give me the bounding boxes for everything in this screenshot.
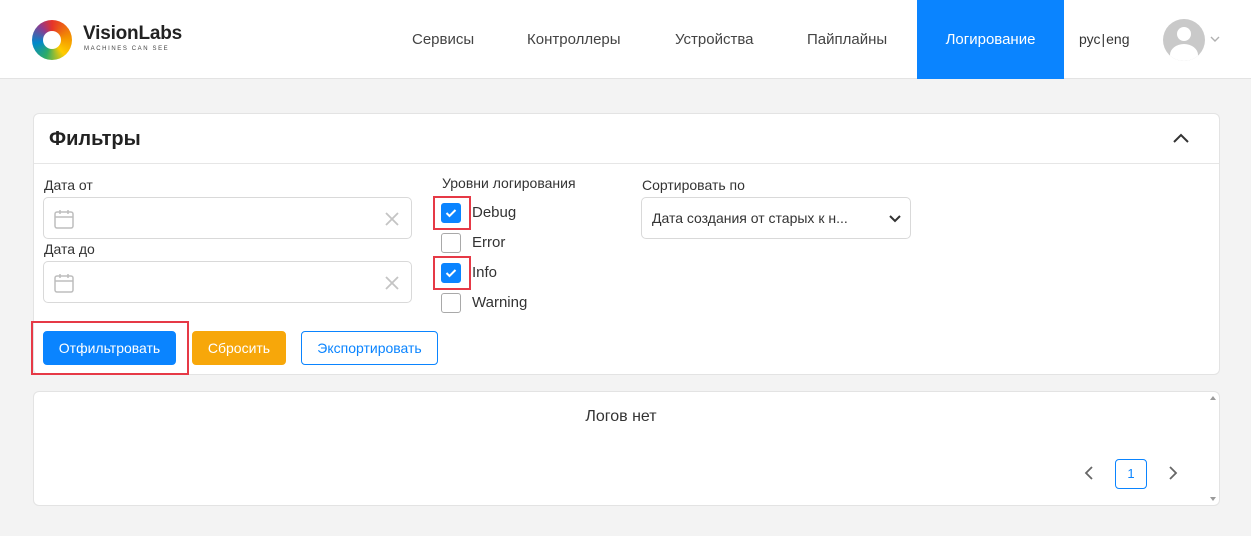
info-highlight-box (433, 256, 471, 290)
lang-ru-link[interactable]: рус (1079, 31, 1100, 47)
chevron-down-icon[interactable] (1209, 33, 1221, 45)
clear-icon[interactable] (384, 211, 400, 227)
chevron-right-icon[interactable] (1166, 465, 1180, 481)
chevron-down-icon (889, 215, 901, 223)
logs-scrollbar[interactable] (1209, 393, 1218, 504)
scroll-up-arrow-icon[interactable] (1210, 396, 1216, 400)
date-to-field[interactable] (43, 261, 412, 303)
reset-button[interactable]: Сбросить (192, 331, 286, 365)
date-from-input[interactable] (84, 206, 374, 230)
filters-panel: Фильтры Дата от Дата до Уровни логирован… (31, 113, 1220, 375)
user-avatar-icon[interactable] (1163, 19, 1205, 61)
logs-panel: Логов нет 1 (33, 391, 1220, 506)
logo-mark-icon (32, 20, 72, 60)
lang-en-link[interactable]: eng (1106, 31, 1129, 47)
debug-label: Debug (472, 204, 517, 221)
error-checkbox[interactable] (441, 233, 461, 253)
logo-tagline: MACHINES CAN SEE (84, 46, 170, 52)
date-to-label: Дата до (44, 241, 95, 257)
calendar-icon (54, 274, 74, 293)
date-from-field[interactable] (43, 197, 412, 239)
debug-highlight-box (433, 196, 471, 230)
date-from-label: Дата от (44, 177, 93, 193)
filters-header: Фильтры (34, 114, 1219, 164)
nav-item-devices[interactable]: Устройства (675, 0, 753, 79)
filter-button-highlight-box (31, 321, 189, 375)
nav-item-controllers[interactable]: Контроллеры (527, 0, 621, 79)
filters-title: Фильтры (49, 128, 141, 150)
clear-icon[interactable] (384, 275, 400, 291)
warning-checkbox[interactable] (441, 293, 461, 313)
error-label: Error (472, 234, 506, 251)
warning-label: Warning (472, 294, 528, 311)
chevron-up-icon[interactable] (1171, 129, 1191, 149)
log-levels-label: Уровни логирования (442, 175, 576, 191)
visionlabs-logo[interactable]: VisionLabs MACHINES CAN SEE (32, 19, 192, 61)
date-to-input[interactable] (84, 270, 374, 294)
sort-select[interactable]: Дата создания от старых к н... (641, 197, 911, 239)
language-switcher: рус|eng (1079, 0, 1129, 79)
top-navbar: VisionLabs MACHINES CAN SEE Сервисы Конт… (0, 0, 1251, 79)
nav-item-services[interactable]: Сервисы (412, 0, 474, 79)
nav-item-logging[interactable]: Логирование (917, 0, 1064, 79)
logo-name: VisionLabs (83, 23, 183, 44)
chevron-left-icon[interactable] (1082, 465, 1096, 481)
nav-item-pipelines[interactable]: Пайплайны (807, 0, 887, 79)
calendar-icon (54, 210, 74, 229)
scroll-down-arrow-icon[interactable] (1210, 497, 1216, 501)
empty-logs-message: Логов нет (585, 408, 657, 425)
export-button[interactable]: Экспортировать (301, 331, 438, 365)
pagination-page-current[interactable]: 1 (1115, 459, 1147, 489)
sort-selected-value: Дата создания от старых к н... (652, 210, 848, 226)
sort-label: Сортировать по (642, 177, 745, 193)
info-label: Info (472, 264, 498, 281)
